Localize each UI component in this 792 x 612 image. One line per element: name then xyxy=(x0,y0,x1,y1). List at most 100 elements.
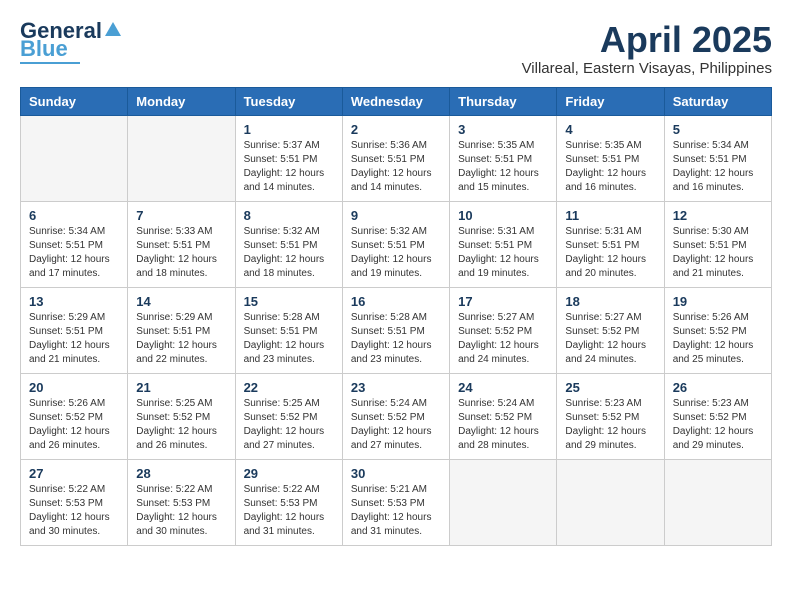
day-info: Sunrise: 5:31 AM Sunset: 5:51 PM Dayligh… xyxy=(458,225,548,281)
day-number: 2 xyxy=(351,122,441,137)
day-number: 4 xyxy=(565,122,655,137)
day-info: Sunrise: 5:32 AM Sunset: 5:51 PM Dayligh… xyxy=(351,225,441,281)
day-number: 29 xyxy=(244,466,334,481)
calendar-cell: 17Sunrise: 5:27 AM Sunset: 5:52 PM Dayli… xyxy=(450,287,557,373)
day-number: 27 xyxy=(29,466,119,481)
calendar-cell: 9 Sunrise: 5:32 AM Sunset: 5:51 PM Daylig… xyxy=(342,201,449,287)
weekday-header-sunday: Sunday xyxy=(21,87,128,115)
day-info: Sunrise: 5:35 AM Sunset: 5:51 PM Dayligh… xyxy=(565,139,655,195)
logo-text-blue: Blue xyxy=(20,38,68,60)
day-number: 5 xyxy=(673,122,763,137)
calendar-cell: 26Sunrise: 5:23 AM Sunset: 5:52 PM Dayli… xyxy=(664,373,771,459)
calendar-week-row: 13 Sunrise: 5:29 AM Sunset: 5:51 PM Dayli… xyxy=(21,287,772,373)
calendar-cell: 19 Sunrise: 5:26 AM Sunset: 5:52 PM Dayli… xyxy=(664,287,771,373)
calendar-cell xyxy=(128,115,235,201)
day-number: 19 xyxy=(673,294,763,309)
day-info: Sunrise: 5:34 AM Sunset: 5:51 PM Dayligh… xyxy=(673,139,763,195)
day-number: 22 xyxy=(244,380,334,395)
day-number: 13 xyxy=(29,294,119,309)
calendar-cell: 15 Sunrise: 5:28 AM Sunset: 5:51 PM Dayli… xyxy=(235,287,342,373)
day-info: Sunrise: 5:22 AM Sunset: 5:53 PM Dayligh… xyxy=(136,483,226,539)
day-number: 20 xyxy=(29,380,119,395)
day-number: 8 xyxy=(244,208,334,223)
calendar-cell: 23 Sunrise: 5:24 AM Sunset: 5:52 PM Dayli… xyxy=(342,373,449,459)
logo-divider xyxy=(20,62,80,64)
day-number: 3 xyxy=(458,122,548,137)
day-info: Sunrise: 5:23 AM Sunset: 5:52 PM Dayligh… xyxy=(673,397,763,453)
calendar-cell: 8Sunrise: 5:32 AM Sunset: 5:51 PM Daylig… xyxy=(235,201,342,287)
logo-icon xyxy=(104,20,122,38)
day-info: Sunrise: 5:22 AM Sunset: 5:53 PM Dayligh… xyxy=(244,483,334,539)
page-header: General Blue April 2025 Villareal, Easte… xyxy=(20,20,772,77)
day-number: 18 xyxy=(565,294,655,309)
title-section: April 2025 Villareal, Eastern Visayas, P… xyxy=(522,20,772,77)
calendar-cell: 13 Sunrise: 5:29 AM Sunset: 5:51 PM Dayli… xyxy=(21,287,128,373)
day-info: Sunrise: 5:28 AM Sunset: 5:51 PM Dayligh… xyxy=(351,311,441,367)
day-number: 14 xyxy=(136,294,226,309)
calendar-cell: 27 Sunrise: 5:22 AM Sunset: 5:53 PM Dayli… xyxy=(21,459,128,545)
calendar-cell: 29 Sunrise: 5:22 AM Sunset: 5:53 PM Dayli… xyxy=(235,459,342,545)
calendar-cell: 16Sunrise: 5:28 AM Sunset: 5:51 PM Dayli… xyxy=(342,287,449,373)
weekday-header-friday: Friday xyxy=(557,87,664,115)
calendar-week-row: 6 Sunrise: 5:34 AM Sunset: 5:51 PM Daylig… xyxy=(21,201,772,287)
calendar-cell xyxy=(450,459,557,545)
weekday-header-wednesday: Wednesday xyxy=(342,87,449,115)
calendar-cell: 28 Sunrise: 5:22 AM Sunset: 5:53 PM Dayli… xyxy=(128,459,235,545)
weekday-header-thursday: Thursday xyxy=(450,87,557,115)
day-info: Sunrise: 5:34 AM Sunset: 5:51 PM Dayligh… xyxy=(29,225,119,281)
day-info: Sunrise: 5:29 AM Sunset: 5:51 PM Dayligh… xyxy=(29,311,119,367)
calendar-cell xyxy=(557,459,664,545)
day-number: 21 xyxy=(136,380,226,395)
calendar-cell xyxy=(664,459,771,545)
day-number: 23 xyxy=(351,380,441,395)
day-info: Sunrise: 5:25 AM Sunset: 5:52 PM Dayligh… xyxy=(244,397,334,453)
day-info: Sunrise: 5:29 AM Sunset: 5:51 PM Dayligh… xyxy=(136,311,226,367)
day-info: Sunrise: 5:22 AM Sunset: 5:53 PM Dayligh… xyxy=(29,483,119,539)
calendar-cell: 6 Sunrise: 5:34 AM Sunset: 5:51 PM Daylig… xyxy=(21,201,128,287)
location-subtitle: Villareal, Eastern Visayas, Philippines xyxy=(522,60,772,77)
day-info: Sunrise: 5:36 AM Sunset: 5:51 PM Dayligh… xyxy=(351,139,441,195)
day-number: 11 xyxy=(565,208,655,223)
day-info: Sunrise: 5:26 AM Sunset: 5:52 PM Dayligh… xyxy=(673,311,763,367)
day-info: Sunrise: 5:23 AM Sunset: 5:52 PM Dayligh… xyxy=(565,397,655,453)
day-info: Sunrise: 5:21 AM Sunset: 5:53 PM Dayligh… xyxy=(351,483,441,539)
calendar-table: SundayMondayTuesdayWednesdayThursdayFrid… xyxy=(20,87,772,546)
weekday-header-monday: Monday xyxy=(128,87,235,115)
day-info: Sunrise: 5:24 AM Sunset: 5:52 PM Dayligh… xyxy=(458,397,548,453)
calendar-cell xyxy=(21,115,128,201)
day-number: 9 xyxy=(351,208,441,223)
day-number: 10 xyxy=(458,208,548,223)
day-number: 25 xyxy=(565,380,655,395)
day-info: Sunrise: 5:35 AM Sunset: 5:51 PM Dayligh… xyxy=(458,139,548,195)
day-number: 28 xyxy=(136,466,226,481)
day-info: Sunrise: 5:24 AM Sunset: 5:52 PM Dayligh… xyxy=(351,397,441,453)
day-info: Sunrise: 5:37 AM Sunset: 5:51 PM Dayligh… xyxy=(244,139,334,195)
calendar-cell: 24 Sunrise: 5:24 AM Sunset: 5:52 PM Dayli… xyxy=(450,373,557,459)
calendar-week-row: 27 Sunrise: 5:22 AM Sunset: 5:53 PM Dayli… xyxy=(21,459,772,545)
weekday-header-tuesday: Tuesday xyxy=(235,87,342,115)
calendar-cell: 3 Sunrise: 5:35 AM Sunset: 5:51 PM Daylig… xyxy=(450,115,557,201)
calendar-week-row: 20 Sunrise: 5:26 AM Sunset: 5:52 PM Dayli… xyxy=(21,373,772,459)
day-info: Sunrise: 5:28 AM Sunset: 5:51 PM Dayligh… xyxy=(244,311,334,367)
calendar-cell: 11Sunrise: 5:31 AM Sunset: 5:51 PM Dayli… xyxy=(557,201,664,287)
day-number: 30 xyxy=(351,466,441,481)
weekday-header-saturday: Saturday xyxy=(664,87,771,115)
calendar-cell: 14 Sunrise: 5:29 AM Sunset: 5:51 PM Dayli… xyxy=(128,287,235,373)
day-info: Sunrise: 5:27 AM Sunset: 5:52 PM Dayligh… xyxy=(565,311,655,367)
day-number: 12 xyxy=(673,208,763,223)
day-info: Sunrise: 5:30 AM Sunset: 5:51 PM Dayligh… xyxy=(673,225,763,281)
day-number: 24 xyxy=(458,380,548,395)
day-number: 6 xyxy=(29,208,119,223)
day-info: Sunrise: 5:25 AM Sunset: 5:52 PM Dayligh… xyxy=(136,397,226,453)
calendar-cell: 30 Sunrise: 5:21 AM Sunset: 5:53 PM Dayli… xyxy=(342,459,449,545)
calendar-cell: 21 Sunrise: 5:25 AM Sunset: 5:52 PM Dayli… xyxy=(128,373,235,459)
day-info: Sunrise: 5:26 AM Sunset: 5:52 PM Dayligh… xyxy=(29,397,119,453)
day-number: 1 xyxy=(244,122,334,137)
calendar-cell: 25 Sunrise: 5:23 AM Sunset: 5:52 PM Dayli… xyxy=(557,373,664,459)
calendar-cell: 4 Sunrise: 5:35 AM Sunset: 5:51 PM Daylig… xyxy=(557,115,664,201)
calendar-cell: 12 Sunrise: 5:30 AM Sunset: 5:51 PM Dayli… xyxy=(664,201,771,287)
calendar-cell: 7Sunrise: 5:33 AM Sunset: 5:51 PM Daylig… xyxy=(128,201,235,287)
calendar-cell: 22 Sunrise: 5:25 AM Sunset: 5:52 PM Dayli… xyxy=(235,373,342,459)
day-number: 15 xyxy=(244,294,334,309)
calendar-cell: 10 Sunrise: 5:31 AM Sunset: 5:51 PM Dayli… xyxy=(450,201,557,287)
